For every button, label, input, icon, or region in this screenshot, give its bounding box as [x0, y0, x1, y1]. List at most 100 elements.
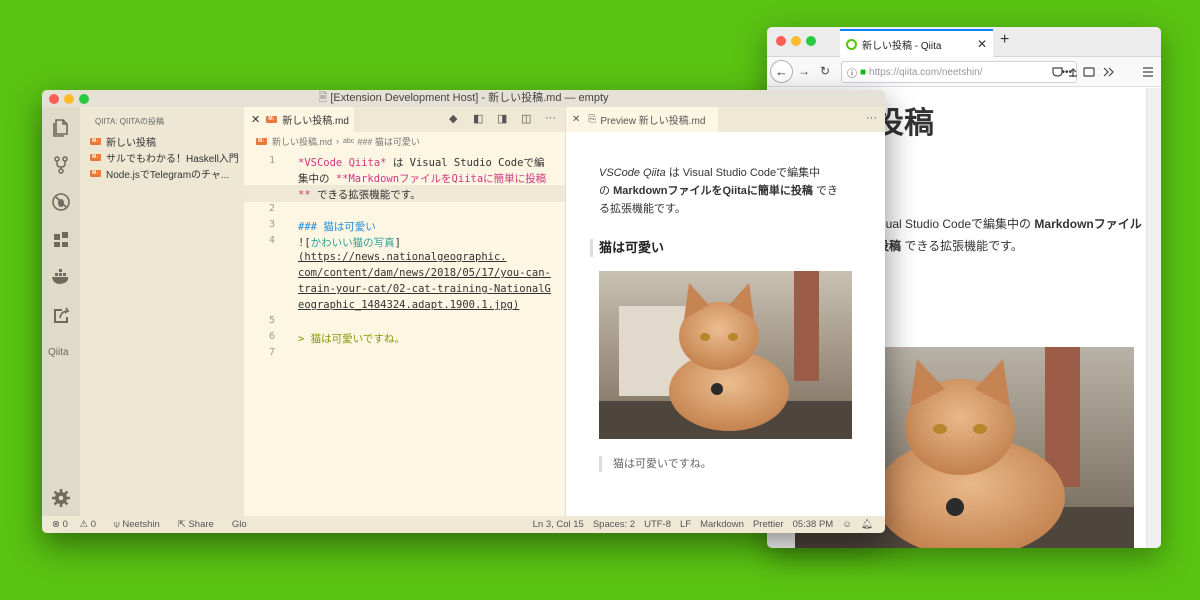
sidebar-item-new-post[interactable]: M↓ 新しい投稿 — [80, 133, 244, 149]
prettier-status[interactable]: Prettier — [753, 519, 784, 530]
code-line: com/content/dam/news/2018/05/17/you-can- — [298, 267, 551, 279]
browser-tab-bar: 新しい投稿 - Qiita ✕ + — [767, 27, 1161, 57]
preview-heading: 猫は可愛い — [590, 239, 664, 257]
sidebar-item-haskell[interactable]: M↓ サルでもわかる！Haskell入門 — [80, 149, 244, 165]
browser-toolbar: ← → ↻ ⓘ ■ https://qiita.com/neetshin/ ••… — [767, 57, 1161, 87]
open-preview-icon[interactable]: ◧ — [473, 112, 483, 125]
line-number: 1 — [269, 155, 276, 166]
account-indicator[interactable]: ⍦ Neetshin — [114, 519, 169, 530]
reload-icon[interactable]: ↻ — [820, 64, 830, 78]
code-line: > 猫は可愛いですね。 — [298, 333, 405, 345]
git-compare-icon[interactable]: ◆ — [449, 112, 457, 125]
preview-tab[interactable]: ✕ ⎘ Preview 新しい投稿.md — [566, 107, 718, 132]
browser-scrollbar[interactable] — [1146, 88, 1161, 548]
minimize-window-button[interactable] — [64, 94, 74, 104]
preview-blockquote: 猫は可愛いですね。 — [599, 456, 712, 472]
new-tab-icon[interactable]: + — [1000, 31, 1009, 49]
browser-tab-title: 新しい投稿 - Qiita — [862, 40, 942, 52]
back-button-icon[interactable]: ← — [770, 60, 793, 83]
editor-tab-bar: ✕ M↓ 新しい投稿.md ◆ ◧ ◨ ◫ ··· — [244, 107, 565, 132]
line-number: 4 — [269, 235, 276, 246]
close-tab-icon[interactable]: ✕ — [251, 113, 260, 126]
page-paragraph: isual Studio Codeで編集中の Markdownファイル 投稿 で… — [877, 217, 1142, 253]
maximize-window-button[interactable] — [79, 94, 89, 104]
line-number: 5 — [269, 315, 276, 326]
language-mode[interactable]: Markdown — [700, 519, 744, 530]
more-actions-icon[interactable]: ··· — [866, 112, 877, 124]
vscode-titlebar: 🗎 [Extension Development Host] - 新しい投稿.m… — [42, 90, 885, 107]
vscode-window: 🗎 [Extension Development Host] - 新しい投稿.m… — [42, 90, 885, 533]
qiita-activity-label[interactable]: Qiita — [48, 347, 69, 358]
preview-icon: ⎘ — [588, 114, 597, 125]
share-button[interactable]: ⇱ Share — [178, 519, 223, 530]
end-of-line[interactable]: LF — [680, 519, 691, 530]
markdown-icon: M↓ — [266, 116, 278, 123]
qiita-sidebar: QIITA: QIITAの投稿 M↓ 新しい投稿 M↓ サルでもわかる！Hask… — [80, 107, 244, 516]
code-line: 集中の **MarkdownファイルをQiitaに簡単に投稿 — [298, 173, 547, 185]
overflow-icon — [1103, 67, 1114, 77]
close-tab-icon[interactable]: ✕ — [572, 114, 580, 125]
pocket-icon — [1052, 67, 1063, 77]
markdown-icon: M↓ — [90, 169, 101, 177]
encoding[interactable]: UTF-8 — [644, 519, 671, 530]
preview-paragraph: VSCode Qiita は Visual Studio Codeで編集中 の … — [599, 167, 838, 215]
close-window-button[interactable] — [776, 36, 786, 46]
glo-button[interactable]: Glo — [232, 519, 247, 530]
line-number: 6 — [269, 331, 276, 342]
minimize-window-button[interactable] — [791, 36, 801, 46]
feedback-smiley-icon[interactable]: ☺ — [842, 519, 852, 530]
menu-icon[interactable] — [1142, 66, 1154, 78]
editor-pane: ✕ M↓ 新しい投稿.md ◆ ◧ ◨ ◫ ··· M↓ 新しい投稿.md › … — [244, 107, 565, 516]
markdown-icon: M↓ — [90, 153, 101, 161]
lock-icon: ■ — [860, 66, 867, 78]
breadcrumb: M↓ 新しい投稿.md › abc ### 猫は可愛い — [244, 132, 565, 150]
markdown-icon: M↓ — [90, 137, 101, 145]
indentation[interactable]: Spaces: 2 — [593, 519, 635, 530]
forward-icon[interactable]: → — [798, 64, 810, 78]
close-tab-icon[interactable]: ✕ — [977, 37, 987, 51]
code-line: *VSCode Qiita* は Visual Studio Codeで編 — [298, 157, 545, 169]
file-icon: 🗎 — [318, 92, 328, 104]
docker-icon[interactable] — [51, 267, 71, 287]
cat-photo — [599, 271, 852, 439]
maximize-window-button[interactable] — [806, 36, 816, 46]
split-editor-icon[interactable]: ◫ — [521, 112, 531, 125]
share-icon — [1069, 68, 1077, 77]
preview-tab-bar: ✕ ⎘ Preview 新しい投稿.md ··· — [566, 107, 885, 132]
sidebar-item-telegram[interactable]: M↓ Node.jsでTelegramのチャ... — [80, 165, 244, 181]
status-bar: ⊗ 0 ⚠ 0 ⍦ Neetshin ⇱ Share Glo Ln 3, Col… — [42, 516, 885, 533]
line-number: 3 — [269, 219, 276, 230]
clock: 05:38 PM — [792, 519, 834, 530]
more-actions-icon[interactable]: ··· — [545, 112, 556, 124]
code-line: ![かわいい猫の写真] — [298, 237, 401, 249]
source-control-icon[interactable] — [51, 155, 71, 175]
sidebar-header: QIITA: QIITAの投稿 — [95, 117, 165, 126]
toolbar-icons — [1052, 67, 1114, 77]
code-line: ### 猫は可愛い — [298, 221, 376, 233]
url-text: https://qiita.com/neetshin/ — [869, 66, 983, 78]
explorer-icon[interactable] — [51, 117, 71, 137]
markdown-icon: M↓ — [256, 137, 267, 145]
cursor-position[interactable]: Ln 3, Col 15 — [533, 519, 584, 530]
markdown-preview: ✕ ⎘ Preview 新しい投稿.md ··· VSCode Qiita は … — [565, 107, 885, 516]
symbol-icon: abc — [343, 137, 355, 145]
extensions-icon[interactable] — [51, 229, 71, 249]
url-bar[interactable]: ⓘ ■ https://qiita.com/neetshin/ ••• — [841, 61, 1077, 83]
settings-gear-icon[interactable] — [51, 488, 71, 508]
code-line: train-your-cat/02-cat-training-NationalG — [298, 283, 551, 295]
browser-tab[interactable]: 新しい投稿 - Qiita ✕ — [840, 29, 993, 57]
problems-indicator[interactable]: ⊗ 0 ⚠ 0 — [52, 519, 105, 530]
debug-icon[interactable] — [51, 192, 71, 212]
line-number: 2 — [269, 203, 276, 214]
code-line: ** できる拡張機能です。 — [298, 189, 421, 201]
chevron-right-icon: › — [336, 136, 340, 146]
info-icon[interactable]: ⓘ — [847, 65, 857, 80]
window-title: [Extension Development Host] - 新しい投稿.md … — [330, 92, 609, 104]
editor-tab[interactable]: ✕ M↓ 新しい投稿.md — [244, 107, 354, 132]
screenshot-icon — [1083, 67, 1095, 77]
preview-side-icon[interactable]: ◨ — [497, 112, 507, 125]
notifications-bell-icon[interactable]: 🔔︎ — [861, 519, 873, 530]
close-window-button[interactable] — [49, 94, 59, 104]
live-share-icon[interactable] — [51, 305, 71, 325]
activity-bar: Qiita — [42, 107, 80, 516]
